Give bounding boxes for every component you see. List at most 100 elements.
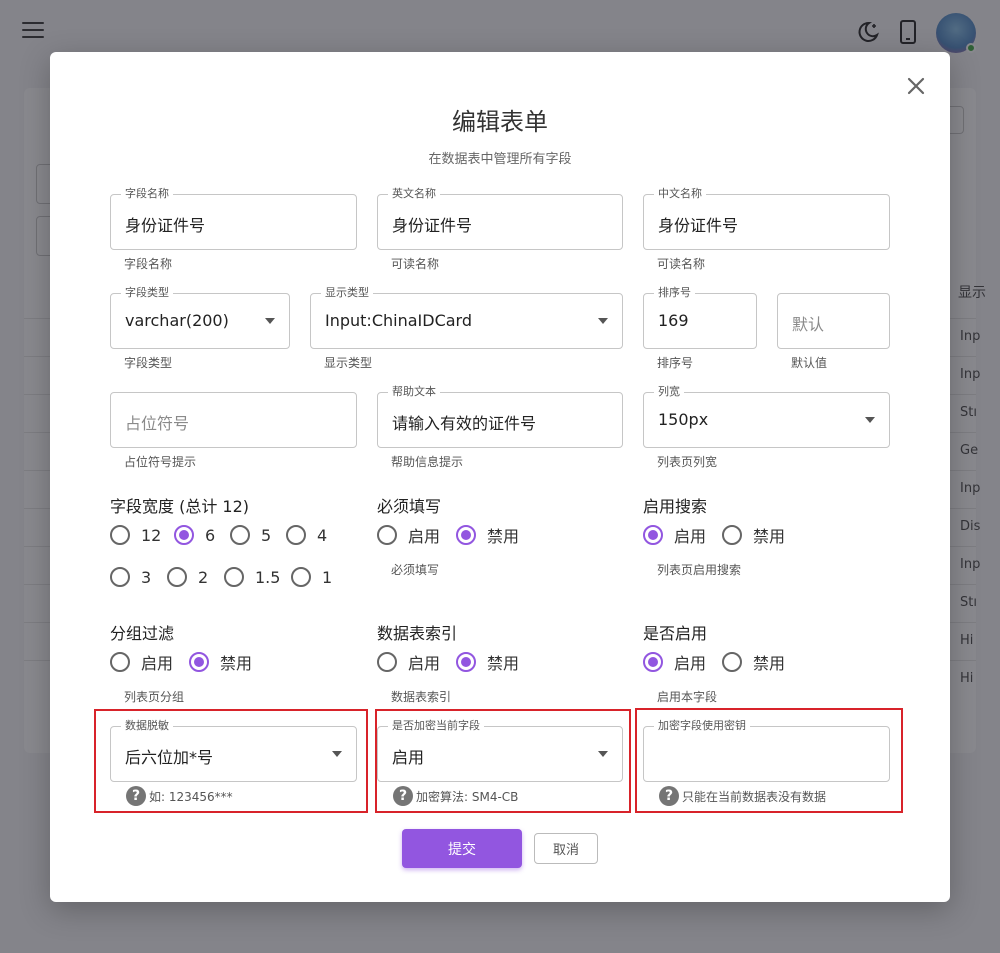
radio-label: 启用 [408,527,441,546]
field-name-input[interactable]: 字段名称 身份证件号 [110,187,357,250]
field-value: 启用 [392,748,425,767]
radio-unchecked-icon [286,525,306,545]
radio-checked-icon [643,525,663,545]
enable-search-option-disable[interactable]: 禁用 [722,524,785,546]
field-label: 帮助文本 [388,385,440,399]
radio-unchecked-icon [722,525,742,545]
group-filter-title: 分组过滤 [110,624,175,643]
field-value: 身份证件号 [658,216,739,235]
question-mark-icon[interactable]: ? [393,786,413,806]
field-value: varchar(200) [125,311,229,330]
required-option-disable[interactable]: 禁用 [456,524,519,546]
english-name-input[interactable]: 英文名称 身份证件号 [377,187,623,250]
radio-label: 4 [317,525,328,545]
cancel-button[interactable]: 取消 [534,833,598,864]
dropdown-caret-icon [332,751,342,757]
field-label: 加密字段使用密钥 [654,719,750,733]
is-enabled-option-disable[interactable]: 禁用 [722,651,785,673]
radio-checked-icon [643,652,663,672]
enable-search-helper-text: 列表页启用搜索 [657,563,742,577]
help-text-input[interactable]: 帮助文本 请输入有效的证件号 [377,385,623,448]
is-enabled-title: 是否启用 [643,624,708,643]
radio-label: 禁用 [753,527,786,546]
radio-unchecked-icon [224,567,244,587]
radio-checked-icon [456,525,476,545]
field-width-option-2[interactable]: 2 [167,566,208,588]
field-helper-text: 占位符号提示 [124,455,197,469]
enable-search-title: 启用搜索 [643,497,708,516]
field-width-option-6[interactable]: 6 [174,524,215,546]
default-value-input[interactable]: 默认 [777,293,890,349]
radio-label: 禁用 [753,654,786,673]
dropdown-caret-icon [865,417,875,423]
group-filter-option-disable[interactable]: 禁用 [189,651,252,673]
group-filter-option-enable[interactable]: 启用 [110,651,173,673]
encrypt-key-input[interactable]: 加密字段使用密钥 [643,719,890,782]
radio-unchecked-icon [377,525,397,545]
group-filter-helper-text: 列表页分组 [124,690,185,704]
radio-unchecked-icon [110,567,130,587]
radio-label: 2 [198,567,209,587]
masking-help-text: 如: 123456*** [149,789,233,804]
field-width-option-1-5[interactable]: 1.5 [224,566,280,588]
field-label: 数据脱敏 [121,719,173,733]
radio-checked-icon [456,652,476,672]
column-width-select[interactable]: 列宽 150px [643,385,890,448]
radio-label: 启用 [674,654,707,673]
dialog-subtitle: 在数据表中管理所有字段 [428,152,572,167]
field-width-option-12[interactable]: 12 [110,524,161,546]
radio-label: 启用 [408,654,441,673]
field-label: 字段名称 [121,187,173,201]
is-enabled-option-enable[interactable]: 启用 [643,651,706,673]
radio-label: 12 [141,525,162,545]
encrypt-help: ? 加密算法: SM4-CB [393,786,518,806]
radio-unchecked-icon [110,525,130,545]
field-label: 是否加密当前字段 [388,719,484,733]
field-helper-text: 列表页列宽 [657,455,718,469]
radio-unchecked-icon [230,525,250,545]
display-type-select[interactable]: 显示类型 Input:ChinaIDCard [310,286,623,349]
question-mark-icon[interactable]: ? [659,786,679,806]
radio-unchecked-icon [722,652,742,672]
close-icon[interactable] [904,74,928,98]
field-label: 中文名称 [654,187,706,201]
field-width-option-5[interactable]: 5 [230,524,271,546]
is-enabled-helper-text: 启用本字段 [657,690,718,704]
required-option-enable[interactable]: 启用 [377,524,440,546]
sort-order-input[interactable]: 排序号 169 [643,286,757,349]
field-label: 排序号 [654,286,695,300]
field-label: 显示类型 [321,286,373,300]
placeholder-text-input[interactable]: 占位符号 [110,392,357,448]
field-width-option-1[interactable]: 1 [291,566,332,588]
table-index-option-enable[interactable]: 启用 [377,651,440,673]
field-label: 列宽 [654,385,684,399]
data-masking-select[interactable]: 数据脱敏 后六位加*号 [110,719,357,782]
table-index-helper-text: 数据表索引 [391,690,452,704]
radio-unchecked-icon [291,567,311,587]
radio-label: 启用 [141,654,174,673]
required-title: 必须填写 [377,497,442,516]
field-type-select[interactable]: 字段类型 varchar(200) [110,286,290,349]
radio-unchecked-icon [110,652,130,672]
radio-checked-icon [189,652,209,672]
field-helper-text: 默认值 [791,356,828,370]
field-width-title: 字段宽度 (总计 12) [110,497,250,516]
encrypt-field-select[interactable]: 是否加密当前字段 启用 [377,719,623,782]
radio-label: 禁用 [487,654,520,673]
dropdown-caret-icon [265,318,275,324]
table-index-option-disable[interactable]: 禁用 [456,651,519,673]
field-helper-text: 字段名称 [124,257,173,271]
field-width-option-3[interactable]: 3 [110,566,151,588]
field-label: 英文名称 [388,187,440,201]
field-width-option-4[interactable]: 4 [286,524,327,546]
field-label: 字段类型 [121,286,173,300]
dialog-title: 编辑表单 [452,108,548,136]
encrypt-key-help-text: 只能在当前数据表没有数据 [682,789,827,804]
question-mark-icon[interactable]: ? [126,786,146,806]
submit-button[interactable]: 提交 [402,829,522,868]
radio-label: 5 [261,525,272,545]
chinese-name-input[interactable]: 中文名称 身份证件号 [643,187,890,250]
enable-search-option-enable[interactable]: 启用 [643,524,706,546]
radio-label: 启用 [674,527,707,546]
radio-label: 1.5 [255,567,281,587]
